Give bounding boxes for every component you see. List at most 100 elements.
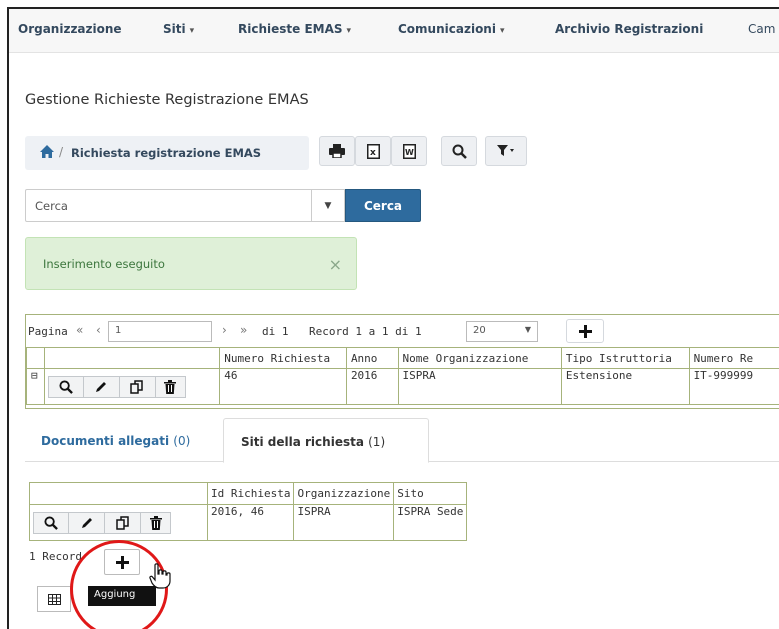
page-number-input[interactable]: 1 [108, 321, 212, 342]
column-header[interactable]: Sito [393, 482, 468, 505]
nav-organizzazione[interactable]: Organizzazione [18, 22, 122, 36]
copy-button[interactable] [119, 375, 156, 398]
word-icon: W [402, 143, 416, 159]
success-alert: Inserimento eseguito × [25, 237, 357, 290]
caret-down-icon: ▾ [346, 26, 352, 36]
column-header[interactable]: Nome Organizzazione [397, 347, 562, 369]
export-word-button[interactable]: W [391, 136, 427, 166]
breadcrumb-current: Richiesta registrazione EMAS [71, 146, 262, 160]
chevron-down-icon[interactable]: ▼ [311, 190, 344, 221]
table-row: 2016, 46 ISPRA ISPRA Sede [29, 504, 468, 541]
cell-id-richiesta: 2016, 46 [206, 504, 295, 541]
excel-icon: x [366, 143, 380, 159]
column-header[interactable]: Numero Richiesta [219, 347, 347, 369]
tab-count: (1) [368, 435, 386, 449]
detail-tabs: Documenti allegati (0) Siti della richie… [25, 418, 779, 463]
view-button[interactable] [33, 511, 69, 534]
actions-header [43, 347, 221, 369]
tab-count: (0) [173, 434, 191, 448]
nav-label: Archivio Registrazioni [555, 22, 704, 36]
actions-header [29, 482, 208, 505]
search-input[interactable]: Cerca ▼ [25, 189, 345, 222]
first-page-icon[interactable]: « [76, 323, 83, 337]
row-actions [43, 368, 221, 405]
top-navbar: Organizzazione Siti ▾ Richieste EMAS ▾ Com… [9, 9, 779, 53]
column-header[interactable]: Numero Re [688, 347, 779, 369]
nav-label: Cam [748, 22, 776, 36]
table-row: ⊟ 46 2016 ISPRA Estensione IT-999999 [26, 368, 779, 405]
pencil-icon [81, 517, 92, 528]
search-button[interactable]: Cerca [345, 189, 421, 222]
sites-table: Id Richiesta Organizzazione Sito 2016, 4… [29, 482, 468, 541]
table-icon [47, 593, 61, 605]
view-button[interactable] [47, 375, 84, 398]
search-icon [44, 515, 58, 530]
table-header-row: Numero Richiesta Anno Nome Organizzazion… [26, 347, 779, 369]
caret-down-icon: ▾ [499, 26, 505, 36]
grid-pager: Pagina « ‹ 1 › » di 1 Record 1 a 1 di 1 … [26, 315, 779, 347]
nav-archivio-registrazioni[interactable]: Archivio Registrazioni [555, 22, 703, 36]
column-header[interactable]: Organizzazione [293, 482, 395, 505]
nav-richieste-emas[interactable]: Richieste EMAS ▾ [238, 22, 351, 36]
column-header[interactable]: Id Richiesta [206, 482, 295, 505]
requests-table: Numero Richiesta Anno Nome Organizzazion… [26, 347, 779, 405]
copy-icon [130, 379, 144, 394]
search-icon [59, 379, 73, 394]
export-excel-button[interactable]: x [355, 136, 391, 166]
page-total: di 1 [262, 325, 289, 338]
home-icon[interactable] [39, 144, 55, 163]
expand-toggle-icon[interactable]: ⊟ [26, 368, 45, 405]
search-icon [452, 144, 467, 159]
app-frame: Organizzazione Siti ▾ Richieste EMAS ▾ Com… [7, 7, 779, 629]
search-toggle-button[interactable] [441, 136, 477, 166]
delete-button[interactable] [155, 375, 186, 398]
svg-text:W: W [405, 148, 414, 157]
search-placeholder: Cerca [35, 199, 68, 213]
pager-label: Pagina [28, 325, 68, 338]
filter-dropdown-button[interactable] [485, 136, 527, 166]
alert-message: Inserimento eseguito [43, 257, 165, 271]
table-header-row: Id Richiesta Organizzazione Sito [29, 482, 468, 505]
edit-button[interactable] [83, 375, 120, 398]
nav-cam[interactable]: Cam [748, 22, 775, 36]
plus-icon [578, 324, 592, 338]
next-page-icon[interactable]: › [222, 323, 227, 337]
row-actions [29, 504, 208, 541]
print-icon [329, 144, 345, 158]
tab-documenti-allegati[interactable]: Documenti allegati (0) [41, 434, 190, 448]
cell-anno: 2016 [345, 368, 399, 405]
nav-label: Siti [163, 22, 186, 36]
page-size-value: 20 [473, 325, 486, 336]
cell-sito: ISPRA Sede [393, 504, 468, 541]
hand-cursor-icon [149, 563, 171, 589]
breadcrumb: / Richiesta registrazione EMAS [25, 136, 309, 170]
page-title: Gestione Richieste Registrazione EMAS [25, 92, 309, 108]
nav-siti[interactable]: Siti ▾ [163, 22, 194, 36]
cell-organizzazione: ISPRA [293, 504, 395, 541]
cell-tipo: Estensione [560, 368, 690, 405]
tab-siti-della-richiesta[interactable]: Siti della richiesta (1) [223, 418, 429, 463]
nav-comunicazioni[interactable]: Comunicazioni ▾ [398, 22, 505, 36]
column-header[interactable]: Tipo Istruttoria [560, 347, 690, 369]
pencil-icon [96, 381, 107, 392]
last-page-icon[interactable]: » [240, 323, 247, 337]
trash-icon [164, 379, 177, 394]
breadcrumb-separator: / [59, 145, 64, 159]
close-icon[interactable]: × [329, 255, 342, 274]
print-button[interactable] [319, 136, 355, 166]
record-range: Record 1 a 1 di 1 [309, 325, 422, 338]
svg-text:x: x [370, 148, 376, 158]
add-request-button[interactable] [566, 319, 604, 343]
page-size-select[interactable]: 20 ▼ [466, 321, 538, 342]
column-header[interactable]: Anno [345, 347, 399, 369]
edit-button[interactable] [69, 511, 105, 534]
grid-view-button[interactable] [37, 586, 71, 612]
record-count: 1 Record [29, 550, 82, 563]
nav-label: Organizzazione [18, 22, 122, 36]
prev-page-icon[interactable]: ‹ [96, 323, 101, 337]
nav-label: Richieste EMAS [238, 22, 343, 36]
cell-numero: 46 [219, 368, 347, 405]
copy-button[interactable] [105, 511, 141, 534]
cell-organizzazione: ISPRA [397, 368, 562, 405]
delete-button[interactable] [141, 511, 171, 534]
